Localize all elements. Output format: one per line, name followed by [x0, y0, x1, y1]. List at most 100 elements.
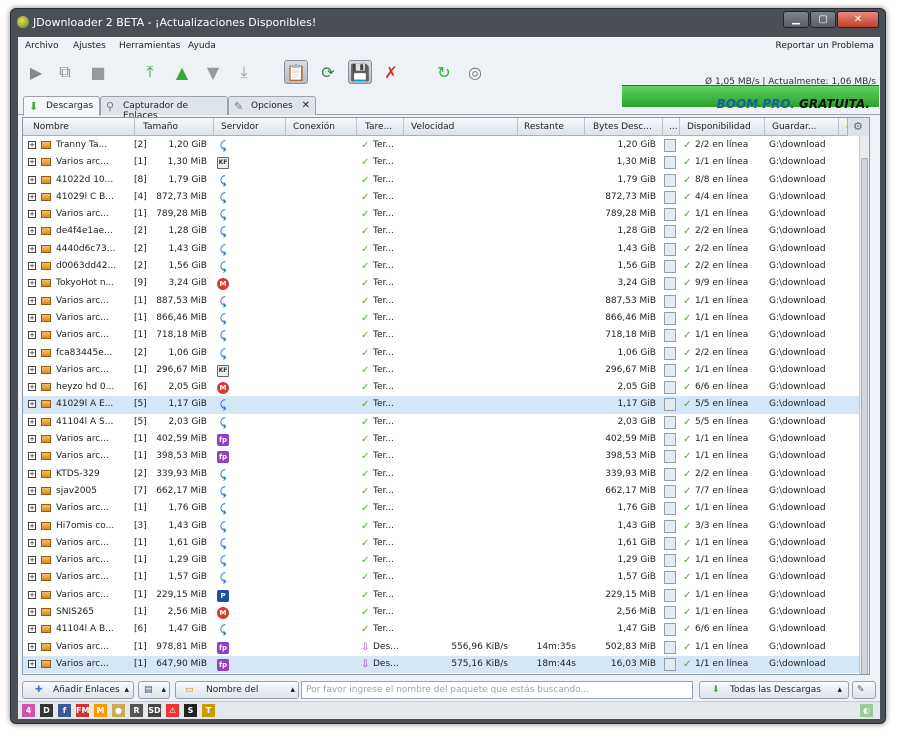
reconnect-icon[interactable]: ↻ [432, 60, 456, 84]
expand-icon[interactable]: + [28, 590, 36, 599]
table-row[interactable]: + d0063dd42... [2] 1,56 GiB ⤹ ✓ Ter... 1,56 GiB… [23, 258, 861, 275]
table-row[interactable]: + Varios arc... [1] 398,53 MiB fp ✓ Ter... 398,… [23, 448, 861, 465]
expand-icon[interactable]: + [28, 365, 36, 374]
expand-icon[interactable]: + [28, 141, 36, 149]
expand-icon[interactable]: + [28, 659, 36, 668]
col-disponibilidad[interactable]: Disponibilidad [687, 122, 751, 132]
add-links-button[interactable]: ✚ Añadir Enlaces ▴ [22, 681, 134, 699]
expand-icon[interactable]: + [28, 608, 36, 617]
col-restante[interactable]: Restante [524, 122, 564, 132]
expand-icon[interactable]: + [28, 227, 36, 236]
table-row[interactable]: + Varios arc... [1] 1,29 GiB ⤹ ✓ Ter... 1,29 Gi… [23, 552, 861, 569]
update-icon[interactable]: ◎ [463, 60, 487, 84]
expand-icon[interactable]: + [28, 400, 36, 409]
table-row[interactable]: +41104l A B... [6] 1,47 GiB ⤹ ✓ Ter... 1,47 Gi… [23, 621, 861, 638]
table-row[interactable]: + Varios arc... [1] 402,59 MiB fp ✓ Ter... 402,… [23, 431, 861, 448]
table-row[interactable]: + de4f4e1ae... [2] 1,28 GiB ⤹ ✓ Ter... 1,28 GiB… [23, 223, 861, 240]
move-top-icon[interactable]: ⤒ [138, 60, 162, 84]
menu-ajustes[interactable]: Ajustes [73, 41, 106, 51]
maximize-button[interactable]: ▢ [810, 11, 836, 28]
table-row[interactable]: +41104l A S... [5] 2,03 GiB ⤹ ✓ Ter... 2,03 Gi… [23, 414, 861, 431]
col-tamano[interactable]: Tamaño [143, 122, 178, 132]
expand-icon[interactable]: + [28, 331, 36, 340]
table-row[interactable]: + SNIS265 [1] 2,56 MiB M ✓ Ter... 2,56 MiB ✓ 1/1 … [23, 604, 861, 621]
expand-icon[interactable]: + [28, 521, 36, 530]
col-servidor[interactable]: Servidor [221, 122, 259, 132]
expand-icon[interactable]: + [28, 175, 36, 184]
expand-icon[interactable]: + [28, 383, 36, 392]
expand-icon[interactable]: + [28, 279, 36, 288]
table-row[interactable]: + Varios arc... [1] 229,15 MiB P ✓ Ter... 229,1… [23, 587, 861, 604]
menu-archivo[interactable]: Archivo [25, 41, 59, 51]
title-bar[interactable]: JDownloader 2 BETA - ¡Actualizaciones Di… [11, 9, 885, 37]
table-row[interactable]: + Varios arc... [1] 1,57 GiB ⤹ ✓ Ter... 1,57 Gi… [23, 569, 861, 586]
host-icon[interactable]: R [130, 704, 143, 717]
table-row[interactable]: + TokyoHot n... [9] 3,24 GiB M ✓ Ter... 3,24 Gi… [23, 275, 861, 292]
tab-descargas[interactable]: ⬇ Descargas [23, 96, 100, 116]
col-bytes[interactable]: Bytes Desc... [593, 122, 652, 132]
expand-icon[interactable]: + [28, 192, 36, 201]
expand-icon[interactable]: + [28, 435, 36, 444]
expand-icon[interactable]: + [28, 469, 36, 478]
table-row[interactable]: + Varios arc... [1] 1,61 GiB ⤹ ✓ Ter... 1,61 Gi… [23, 535, 861, 552]
view-options-button[interactable]: ▤ ▴ [138, 681, 170, 699]
table-row[interactable]: +41029l C B... [4] 872,73 MiB ⤹ ✓ Ter... 872,7… [23, 189, 861, 206]
start-icon[interactable]: ▶ [24, 60, 48, 84]
all-downloads-button[interactable]: ⬇ Todas las Descargas ▴ [699, 681, 849, 699]
premium-status-icon[interactable]: ◐ [860, 704, 873, 717]
col-nombre[interactable]: Nombre [33, 122, 69, 132]
premium-icon[interactable]: 💾 [348, 60, 372, 84]
facebook-icon[interactable]: f [58, 704, 71, 717]
table-row[interactable]: + Varios arc... [1] 789,28 MiB ⤹ ✓ Ter... 789,2… [23, 206, 861, 223]
expand-icon[interactable]: + [28, 573, 36, 582]
table-row[interactable]: + Varios arc... [1] 1,76 GiB ⤹ ✓ Ter... 1,76 Gi… [23, 500, 861, 517]
expand-icon[interactable]: + [28, 417, 36, 426]
tab-capturador[interactable]: ⚲ Capturador de Enlaces [100, 96, 228, 121]
pause-icon[interactable]: ⧉ [53, 60, 77, 84]
vertical-scrollbar[interactable] [859, 136, 869, 674]
col-velocidad[interactable]: Velocidad [411, 122, 454, 132]
host-icon[interactable]: D [40, 704, 53, 717]
table-row[interactable]: + Varios arc... [1] 1,30 MiB KF ✓ Ter... 1,30 M… [23, 154, 861, 171]
stop-icon[interactable]: ■ [86, 60, 110, 84]
tab-opciones[interactable]: ✎ Opciones ✕ [228, 96, 316, 115]
table-row[interactable]: + Varios arc... [1] 887,53 MiB ⤹ ✓ Ter... 887,5… [23, 293, 861, 310]
move-up-icon[interactable]: ▲ [170, 60, 194, 84]
close-button[interactable]: ✕ [837, 11, 879, 28]
table-settings-icon[interactable]: ⚙ [847, 118, 869, 136]
search-input[interactable]: Por favor ingrese el nombre del paquete … [301, 681, 693, 699]
table-row[interactable]: +41022d 10... [8] 1,79 GiB ⤹ ✓ Ter... 1,79 GiB… [23, 172, 861, 189]
minimize-button[interactable]: ▁ [783, 11, 809, 28]
table-row[interactable]: +4440d6c73... [2] 1,43 GiB ⤹ ✓ Ter... 1,43 GiB… [23, 241, 861, 258]
table-row[interactable]: + Varios arc... [1] 866,46 MiB ⤹ ✓ Ter... 866,4… [23, 310, 861, 327]
host-icon[interactable]: S [184, 704, 197, 717]
col-progress[interactable]: ... [669, 122, 678, 132]
expand-icon[interactable]: + [28, 452, 36, 461]
boom-pro-banner[interactable]: BOOM PRO. GRATUITA. [717, 97, 870, 111]
col-tarea[interactable]: Tare... [365, 122, 392, 132]
move-bottom-icon[interactable]: ⤓ [232, 60, 256, 84]
warning-icon[interactable]: ⚠ [166, 704, 179, 717]
table-row[interactable]: + Tranny Ta... [2] 1,20 GiB ⤹ ✓ Ter... 1,20 GiB… [23, 137, 861, 154]
expand-icon[interactable]: + [28, 262, 36, 271]
expand-icon[interactable]: + [28, 486, 36, 495]
report-problem-link[interactable]: Reportar un Problema [776, 41, 875, 51]
host-icon[interactable]: SD [148, 704, 161, 717]
expand-icon[interactable]: + [28, 210, 36, 219]
expand-icon[interactable]: + [28, 244, 36, 253]
menu-ayuda[interactable]: Ayuda [188, 41, 216, 51]
host-icon[interactable]: T [202, 704, 215, 717]
host-icon[interactable]: ● [112, 704, 125, 717]
settings-menu-button[interactable]: ✎ [852, 681, 876, 699]
table-row[interactable]: + heyzo hd 0... [6] 2,05 GiB M ✓ Ter... 2,05 Gi… [23, 379, 861, 396]
table-row[interactable]: + Varios arc... [1] 296,67 MiB KF ✓ Ter... 296,… [23, 362, 861, 379]
table-row[interactable]: + Varios arc... [1] 647,90 MiB fp ⇩ Des... 575,… [23, 655, 861, 674]
table-row[interactable]: + sjav2005 [7] 662,17 MiB ⤹ ✓ Ter... 662,17 MiB… [23, 483, 861, 500]
expand-icon[interactable]: + [28, 625, 36, 634]
table-row[interactable]: +41029l A E... [5] 1,17 GiB ⤹ ✓ Ter... 1,17 Gi… [23, 396, 861, 414]
table-row[interactable]: + fca83445e... [2] 1,06 GiB ⤹ ✓ Ter... 1,06 GiB… [23, 345, 861, 362]
close-tab-icon[interactable]: ✕ [302, 100, 310, 111]
table-row[interactable]: + Varios arc... [1] 978,81 MiB fp ⇩ Des... 556,… [23, 639, 861, 656]
host-icon[interactable]: FM [76, 704, 89, 717]
expand-icon[interactable]: + [28, 556, 36, 565]
